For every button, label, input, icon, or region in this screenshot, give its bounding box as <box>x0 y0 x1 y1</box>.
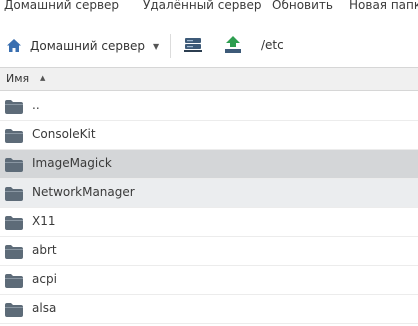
server-selector-label: Домашний сервер <box>30 39 146 53</box>
folder-icon <box>5 215 23 230</box>
file-name: ImageMagick <box>32 156 112 170</box>
folder-icon <box>5 244 23 259</box>
file-row-consolekit[interactable]: ConsoleKit <box>0 121 418 150</box>
file-name: abrt <box>32 243 57 257</box>
file-name: acpi <box>32 272 57 286</box>
menu-refresh[interactable]: Обновить <box>272 0 333 13</box>
folder-icon <box>5 302 23 317</box>
name-column-header[interactable]: Имя <box>6 72 29 85</box>
folder-icon <box>5 99 23 114</box>
sort-ascending-icon[interactable]: ▲ <box>40 74 45 82</box>
menu-bar: Домашний сервер Удалённый сервер Обновит… <box>0 0 418 18</box>
server-selector[interactable]: Домашний сервер ▼ <box>6 36 166 56</box>
folder-icon <box>5 157 23 172</box>
folder-icon <box>5 186 23 201</box>
file-row-imagemagick[interactable]: ImageMagick <box>0 150 418 179</box>
menu-new-folder[interactable]: Новая папка <box>349 0 418 13</box>
toolbar: Домашний сервер ▼ /etc <box>0 22 418 68</box>
home-icon <box>6 38 22 54</box>
file-name: .. <box>32 98 40 112</box>
current-path: /etc <box>261 38 284 52</box>
toolbar-divider <box>170 34 171 58</box>
file-row-parent[interactable]: .. <box>0 92 418 121</box>
server-icon[interactable] <box>183 35 205 55</box>
file-row-x11[interactable]: X11 <box>0 208 418 237</box>
file-name: alsa <box>32 301 57 315</box>
file-row-networkmanager[interactable]: NetworkManager <box>0 179 418 208</box>
file-name: X11 <box>32 214 56 228</box>
menu-remote-server[interactable]: Удалённый сервер <box>143 0 261 13</box>
column-header: Имя ▲ <box>0 67 418 91</box>
file-row-alsa[interactable]: alsa <box>0 295 418 324</box>
file-name: NetworkManager <box>32 185 135 199</box>
folder-icon <box>5 273 23 288</box>
upload-icon[interactable] <box>223 35 245 55</box>
menu-home-server[interactable]: Домашний сервер <box>4 0 119 13</box>
file-row-abrt[interactable]: abrt <box>0 237 418 266</box>
folder-icon <box>5 128 23 143</box>
file-name: ConsoleKit <box>32 127 96 141</box>
file-row-acpi[interactable]: acpi <box>0 266 418 295</box>
chevron-down-icon: ▼ <box>153 41 160 51</box>
